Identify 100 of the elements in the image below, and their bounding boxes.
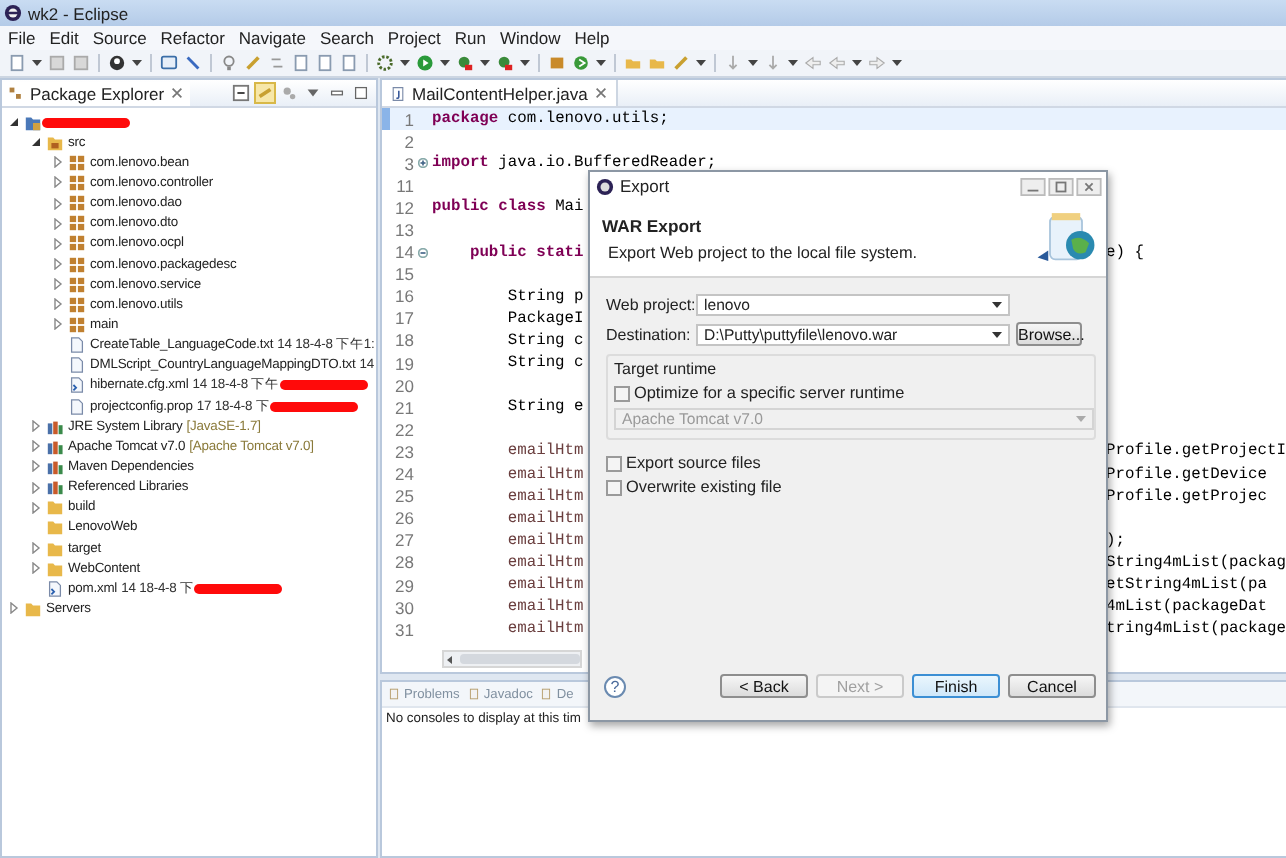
checkbox[interactable]: Optimize for a specific server runtime <box>614 384 1088 402</box>
menu-item[interactable]: Refactor <box>160 28 225 48</box>
package-icon <box>68 194 86 213</box>
caret-icon[interactable] <box>440 60 450 66</box>
checkbox[interactable]: Overwrite existing file <box>606 478 1096 496</box>
view-tab[interactable]: Package Explorer <box>2 81 191 105</box>
view-title: Package Explorer <box>30 83 165 103</box>
dialog-button[interactable]: < Back <box>720 674 808 698</box>
gear-icon[interactable] <box>376 54 394 72</box>
line-number: 31 <box>393 619 414 640</box>
screen-icon[interactable] <box>160 54 178 72</box>
menu-item[interactable]: Help <box>574 28 610 48</box>
caret-icon[interactable] <box>696 60 706 66</box>
menu-item[interactable]: Source <box>92 28 147 48</box>
line-number: 1 <box>402 109 414 130</box>
xml-file-icon <box>46 579 64 598</box>
editor-tab[interactable]: MailContentHelper.java <box>382 80 618 106</box>
caret-icon[interactable] <box>748 60 758 66</box>
line-number: 30 <box>393 597 414 618</box>
view-icon <box>388 688 400 700</box>
caret-icon[interactable] <box>852 60 862 66</box>
close-icon[interactable] <box>1076 177 1102 195</box>
view-icon <box>540 688 553 700</box>
menu-item[interactable]: Project <box>387 28 441 48</box>
line-number: 21 <box>393 397 414 418</box>
dialog-description: Export Web project to the local file system. <box>606 243 918 261</box>
caret-icon[interactable] <box>520 60 530 66</box>
line-number: 20 <box>393 375 414 396</box>
checkbox[interactable]: Export source files <box>606 454 1096 472</box>
collapse-icon[interactable] <box>232 84 250 102</box>
caret-icon[interactable] <box>788 60 798 66</box>
folder-icon <box>24 599 42 618</box>
package-icon <box>68 315 86 334</box>
package-icon <box>68 173 86 192</box>
file-icon <box>68 397 86 416</box>
package-icon <box>68 275 86 294</box>
maximize-icon[interactable] <box>352 84 370 102</box>
line-number: 13 <box>393 220 414 241</box>
caret-icon[interactable] <box>596 60 606 66</box>
line-number: 25 <box>393 486 414 507</box>
line-number: 28 <box>393 552 414 573</box>
down-arrow-icon[interactable] <box>764 54 782 72</box>
down-arrow-icon[interactable] <box>724 54 742 72</box>
line-number: 17 <box>393 308 414 329</box>
maximize-icon[interactable] <box>1048 177 1074 195</box>
app-icon <box>4 4 22 22</box>
minimize-icon[interactable] <box>1020 177 1046 195</box>
help-button[interactable]: ? <box>604 675 626 697</box>
caret-icon[interactable] <box>32 60 42 66</box>
line-number: 16 <box>393 286 414 307</box>
caret-icon[interactable] <box>892 60 902 66</box>
jar-globe-icon <box>1034 210 1098 266</box>
close-icon[interactable] <box>170 86 185 100</box>
caret-icon[interactable] <box>480 60 490 66</box>
right-arrow-icon[interactable] <box>868 54 886 72</box>
caret-icon <box>1076 416 1086 422</box>
window-title: wk2 - Eclipse <box>28 3 129 23</box>
line-number: 3 <box>402 153 414 174</box>
package-icon <box>68 295 86 314</box>
view-icon <box>467 688 480 700</box>
caret-icon <box>992 331 1002 337</box>
person-icon[interactable] <box>108 54 126 72</box>
menu-item[interactable]: Search <box>319 28 374 48</box>
line-number: 11 <box>394 175 414 196</box>
minus-icon[interactable] <box>418 247 428 258</box>
package-icon <box>68 255 86 274</box>
browse-button[interactable]: Browse... <box>1016 322 1082 346</box>
close-icon[interactable] <box>593 86 608 100</box>
link-icon[interactable] <box>256 84 274 102</box>
dialog-button[interactable]: Cancel <box>1008 674 1096 698</box>
line-number: 14 <box>393 242 414 263</box>
document-icon[interactable] <box>8 54 26 72</box>
source-folder-icon <box>46 133 64 152</box>
line-number: 22 <box>393 419 414 440</box>
view-menu-icon[interactable] <box>304 84 322 102</box>
package-icon <box>68 153 86 172</box>
caret-icon[interactable] <box>400 60 410 66</box>
expand-arrow-icon[interactable] <box>30 136 42 149</box>
scrollbar[interactable] <box>442 650 582 668</box>
xml-file-icon <box>68 376 86 395</box>
menu-item[interactable]: Navigate <box>238 28 306 48</box>
plus-icon[interactable] <box>418 158 428 169</box>
menu-item[interactable]: File <box>8 28 36 48</box>
dialog-icon <box>596 177 614 195</box>
menu-item[interactable]: Window <box>499 28 561 48</box>
dialog-button[interactable]: Finish <box>912 674 1000 698</box>
group-title: Target runtime <box>614 360 719 378</box>
left-arrow-icon[interactable] <box>444 653 456 665</box>
play-icon[interactable] <box>416 54 434 72</box>
line-number: 18 <box>393 330 414 351</box>
expand-arrow-icon[interactable] <box>8 116 20 129</box>
box-icon[interactable] <box>548 54 566 72</box>
menu-item[interactable]: Run <box>454 28 486 48</box>
bulb-icon[interactable] <box>220 54 238 72</box>
line-number: 27 <box>393 530 414 551</box>
line-number: 24 <box>393 464 414 485</box>
caret-icon[interactable] <box>132 60 142 66</box>
circle-arrow-icon[interactable] <box>572 54 590 72</box>
menu-item[interactable]: Edit <box>49 28 79 48</box>
line-number: 19 <box>393 353 414 374</box>
